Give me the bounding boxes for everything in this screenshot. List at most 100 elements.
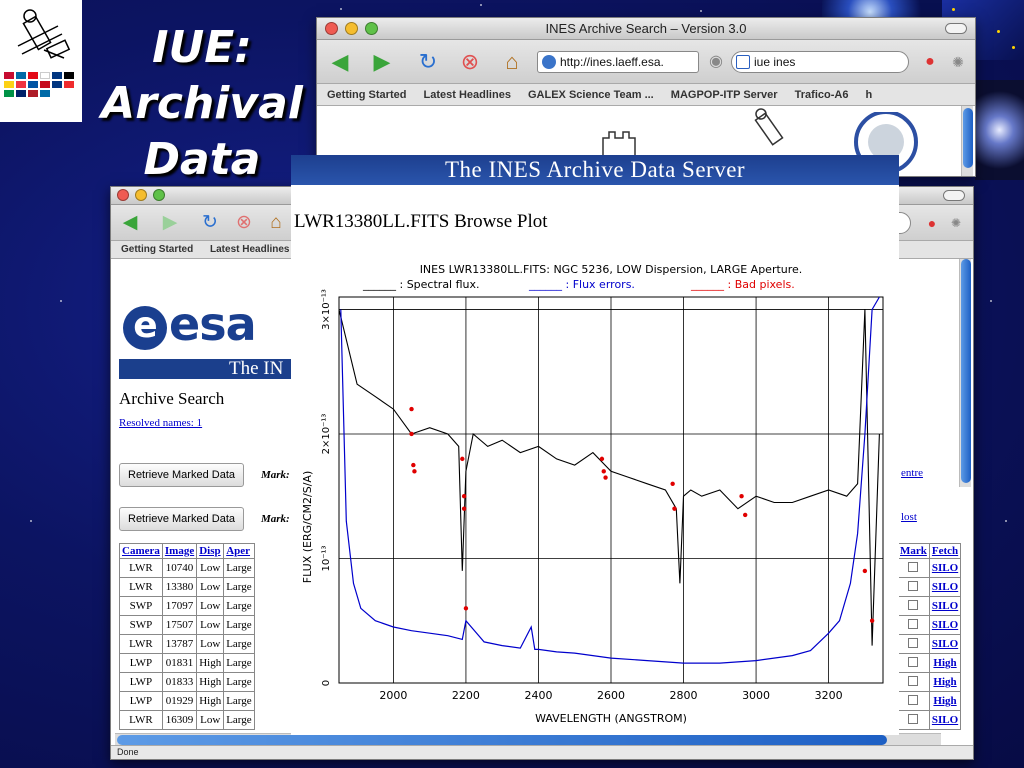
stop-icon[interactable]: ⊗ — [229, 209, 259, 237]
table-row: SILO — [897, 634, 962, 654]
mark-checkbox[interactable] — [908, 694, 919, 705]
fetch-cell: SILO — [928, 710, 962, 730]
retrieve-marked-data-button[interactable]: Retrieve Marked Data — [119, 507, 244, 531]
close-window-button[interactable] — [117, 189, 129, 201]
table-cell: Low — [196, 577, 225, 597]
galaxy-image — [975, 80, 1024, 180]
mark-checkbox[interactable] — [908, 618, 919, 629]
back-arrow-icon[interactable]: ◀ — [325, 48, 355, 76]
reload-icon[interactable]: ↻ — [413, 48, 443, 76]
fetch-cell: High — [928, 672, 962, 692]
vertical-scrollbar[interactable] — [959, 259, 971, 487]
scroll-thumb[interactable] — [961, 259, 971, 483]
home-icon[interactable]: ⌂ — [261, 209, 291, 237]
fetch-cell: SILO — [928, 615, 962, 635]
table-row: SILO — [897, 615, 962, 635]
bookmark-more[interactable]: h — [866, 89, 873, 101]
table-cell: 16309 — [161, 710, 198, 730]
url-text: http://ines.laeff.esa. — [560, 55, 664, 69]
fetch-link[interactable]: High — [933, 676, 956, 688]
bad-pixel-point — [460, 456, 465, 462]
bad-pixel-point — [461, 506, 467, 511]
fetch-link[interactable]: SILO — [932, 600, 958, 612]
table-cell: Large — [223, 558, 255, 578]
table-cell: LWP — [119, 653, 163, 673]
mark-checkbox-cell — [897, 615, 930, 635]
column-header[interactable]: Image — [161, 543, 198, 559]
table-cell: 01831 — [161, 653, 198, 673]
adblock-icon[interactable]: ● — [915, 48, 945, 76]
bookmark-latest-headlines[interactable]: Latest Headlines — [210, 244, 289, 255]
table-cell: High — [196, 672, 225, 692]
ines-banner-text: The IN — [229, 359, 284, 379]
url-field[interactable]: http://ines.laeff.esa. — [537, 51, 699, 73]
fetch-link[interactable]: High — [933, 657, 956, 669]
star — [60, 300, 62, 302]
close-window-button[interactable] — [325, 22, 338, 35]
toolbar-toggle-button[interactable] — [943, 190, 965, 201]
table-cell: Low — [196, 710, 225, 730]
mark-checkbox[interactable] — [908, 656, 919, 667]
reload-icon[interactable]: ↻ — [195, 209, 225, 237]
mark-checkbox[interactable] — [908, 675, 919, 686]
bookmark-galex[interactable]: GALEX Science Team ... — [528, 89, 654, 101]
fetch-link[interactable]: High — [933, 695, 956, 707]
toolbar-toggle-button[interactable] — [945, 23, 967, 34]
retrieve-marked-data-button[interactable]: Retrieve Marked Data — [119, 463, 244, 487]
table-cell: Low — [196, 596, 225, 616]
column-header[interactable]: Aper — [223, 543, 255, 559]
back-arrow-icon[interactable]: ◀ — [115, 209, 145, 237]
column-header[interactable]: Disp — [196, 543, 225, 559]
fetch-link[interactable]: SILO — [932, 714, 958, 726]
go-icon[interactable]: ◉ — [701, 48, 731, 76]
bookmark-getting-started[interactable]: Getting Started — [327, 89, 406, 101]
bookmark-latest-headlines[interactable]: Latest Headlines — [424, 89, 511, 101]
centre-link[interactable]: entre — [901, 467, 923, 479]
star — [480, 4, 482, 6]
mark-checkbox[interactable] — [908, 580, 919, 591]
bookmark-getting-started[interactable]: Getting Started — [121, 244, 193, 255]
mark-checkbox[interactable] — [908, 637, 919, 648]
minimize-window-button[interactable] — [345, 22, 358, 35]
minimize-window-button[interactable] — [135, 189, 147, 201]
bad-pixel-point — [409, 406, 414, 412]
column-header[interactable]: Camera — [119, 543, 163, 559]
column-header[interactable]: Fetch — [928, 543, 962, 559]
table-row: LWR 13380 Low Large — [119, 577, 255, 597]
scroll-thumb[interactable] — [963, 108, 973, 168]
bookmark-magpop[interactable]: MAGPOP-ITP Server — [671, 89, 778, 101]
fetch-link[interactable]: SILO — [932, 581, 958, 593]
fetch-link[interactable]: SILO — [932, 619, 958, 631]
table-cell: Large — [223, 710, 255, 730]
fetch-link[interactable]: SILO — [932, 638, 958, 650]
forward-arrow-icon[interactable]: ▶ — [367, 48, 397, 76]
scroll-thumb[interactable] — [117, 735, 887, 745]
mark-checkbox-cell — [897, 558, 930, 578]
search-field[interactable]: iue ines — [731, 51, 909, 73]
resolved-names-link[interactable]: Resolved names: 1 — [119, 417, 202, 429]
stop-icon[interactable]: ⊗ — [455, 48, 485, 76]
x-tick-label: 3200 — [815, 689, 843, 702]
zoom-window-button[interactable] — [365, 22, 378, 35]
mark-checkbox[interactable] — [908, 599, 919, 610]
legend-spectral-flux: ______ : Spectral flux. — [362, 278, 480, 291]
zoom-window-button[interactable] — [153, 189, 165, 201]
table-cell: 01929 — [161, 691, 198, 711]
star — [1005, 520, 1007, 522]
fetch-link[interactable]: SILO — [932, 562, 958, 574]
mark-checkbox[interactable] — [908, 561, 919, 572]
bad-pixel-point — [463, 606, 469, 611]
home-icon[interactable]: ⌂ — [497, 48, 527, 76]
table-cell: LWR — [119, 710, 163, 730]
page-heading: Archive Search — [119, 389, 225, 408]
table-cell: Large — [223, 653, 255, 673]
lost-link[interactable]: lost — [901, 511, 917, 523]
globe-icon — [542, 55, 556, 69]
x-tick-label: 3000 — [742, 689, 770, 702]
forward-arrow-icon[interactable]: ▶ — [155, 209, 185, 237]
bookmark-trafico[interactable]: Trafico-A6 — [795, 89, 849, 101]
column-header[interactable]: Mark — [897, 543, 930, 559]
mark-checkbox[interactable] — [908, 713, 919, 724]
bad-pixel-point — [739, 494, 744, 499]
vertical-scrollbar[interactable] — [961, 106, 973, 176]
